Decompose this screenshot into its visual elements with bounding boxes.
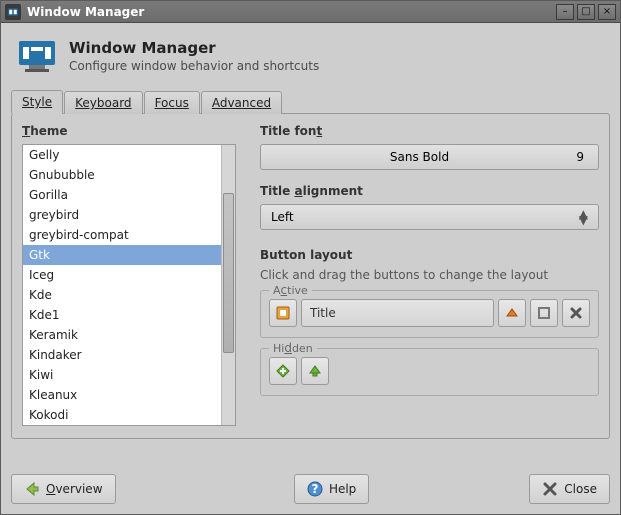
font-name: Sans Bold xyxy=(275,150,564,164)
page-subtitle: Configure window behavior and shortcuts xyxy=(69,59,319,73)
button-layout-label: Button layout xyxy=(260,248,599,262)
app-icon xyxy=(5,4,21,20)
overview-button[interactable]: Overview xyxy=(11,474,116,504)
stick-button-icon[interactable] xyxy=(269,357,297,385)
theme-item[interactable]: Gnububble xyxy=(23,165,221,185)
font-size: 9 xyxy=(564,150,584,164)
theme-item[interactable]: Kleanux xyxy=(23,385,221,405)
theme-scroll-thumb[interactable] xyxy=(223,193,234,353)
maximize-button[interactable]: □ xyxy=(577,4,595,20)
button-layout-hint: Click and drag the buttons to change the… xyxy=(260,268,599,282)
theme-item[interactable]: Gorilla xyxy=(23,185,221,205)
active-fieldset: Active Title xyxy=(260,290,599,338)
back-arrow-icon xyxy=(24,481,40,497)
page-header: Window Manager Configure window behavior… xyxy=(11,31,610,89)
theme-item[interactable]: Iceg xyxy=(23,265,221,285)
combo-spinner-icon: ▲▼ xyxy=(579,211,588,223)
theme-item[interactable]: Kokodi xyxy=(23,405,221,425)
title-font-label: Title font xyxy=(260,124,599,138)
title-alignment-label: Title alignment xyxy=(260,184,599,198)
style-panel: Theme GellyGnububbleGorillagreybirdgreyb… xyxy=(11,113,610,439)
theme-item[interactable]: greybird-compat xyxy=(23,225,221,245)
help-button[interactable]: ? Help xyxy=(294,474,369,504)
theme-scrollbar[interactable] xyxy=(221,145,235,425)
theme-item[interactable]: Kde xyxy=(23,285,221,305)
shade-up-button-icon[interactable] xyxy=(301,357,329,385)
tab-style[interactable]: Style xyxy=(11,90,63,114)
active-legend: Active xyxy=(269,283,312,297)
window: Window Manager – □ × Window Manager Conf… xyxy=(0,0,621,515)
close-button[interactable]: Close xyxy=(529,474,610,504)
tab-focus[interactable]: Focus xyxy=(144,91,200,114)
page-title: Window Manager xyxy=(69,39,319,57)
header-logo xyxy=(15,37,59,75)
theme-label: Theme xyxy=(22,124,236,138)
footer: Overview ? Help Close xyxy=(11,474,610,504)
tab-advanced[interactable]: Advanced xyxy=(201,91,282,114)
theme-item[interactable]: Gtk xyxy=(23,245,221,265)
theme-item[interactable]: Kindaker xyxy=(23,345,221,365)
theme-item[interactable]: Kiwi xyxy=(23,365,221,385)
shade-button-icon[interactable] xyxy=(498,299,526,327)
hidden-fieldset: Hidden xyxy=(260,348,599,396)
theme-item[interactable]: Gelly xyxy=(23,145,221,165)
tab-keyboard[interactable]: Keyboard xyxy=(64,91,142,114)
svg-text:?: ? xyxy=(311,482,318,496)
close-window-button[interactable]: × xyxy=(598,4,616,20)
theme-item[interactable]: Kde1 xyxy=(23,305,221,325)
theme-item[interactable]: greybird xyxy=(23,205,221,225)
theme-listbox[interactable]: GellyGnububbleGorillagreybirdgreybird-co… xyxy=(22,144,236,426)
close-layout-button-icon[interactable] xyxy=(562,299,590,327)
theme-item[interactable]: Keramik xyxy=(23,325,221,345)
alignment-value: Left xyxy=(271,210,579,224)
titlebar[interactable]: Window Manager – □ × xyxy=(1,1,620,23)
window-title: Window Manager xyxy=(27,5,553,19)
menu-button-icon[interactable] xyxy=(269,299,297,327)
title-font-button[interactable]: Sans Bold 9 xyxy=(260,144,599,170)
titlebar-title-field[interactable]: Title xyxy=(301,299,494,327)
tab-bar: Style Keyboard Focus Advanced xyxy=(11,89,610,113)
minimize-button[interactable]: – xyxy=(556,4,574,20)
close-icon xyxy=(542,481,558,497)
alignment-combo[interactable]: Left ▲▼ xyxy=(260,204,599,230)
hidden-legend: Hidden xyxy=(269,341,317,355)
maximize-layout-button-icon[interactable] xyxy=(530,299,558,327)
help-icon: ? xyxy=(307,481,323,497)
